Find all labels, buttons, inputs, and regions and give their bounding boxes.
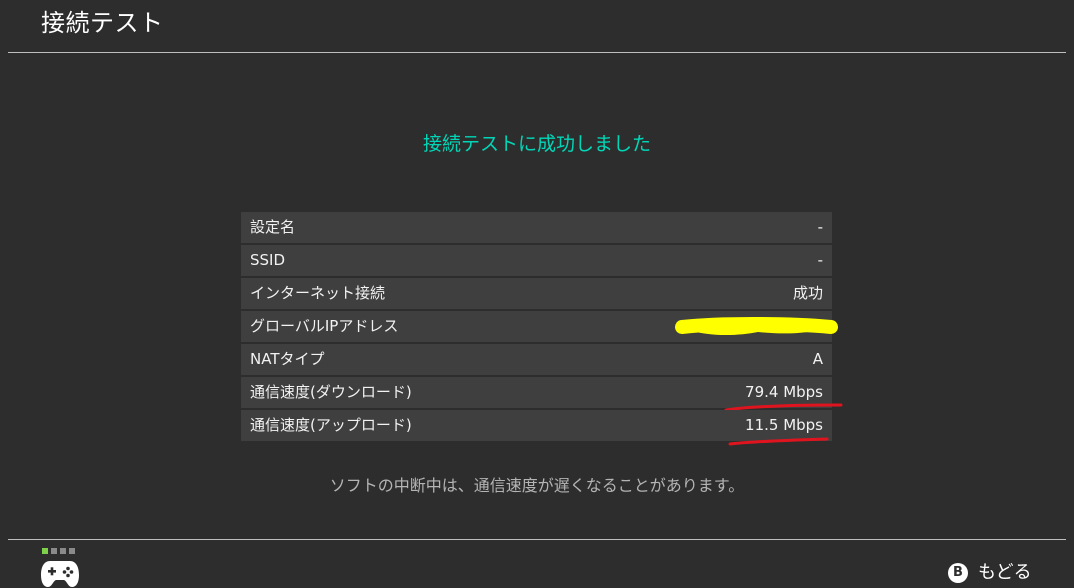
row-value: - [817,251,823,269]
row-label: インターネット接続 [250,284,386,302]
b-button-icon: B [948,563,968,583]
indicator-dot-active [42,548,48,554]
indicator-dot [51,548,57,554]
row-value: A [812,350,823,368]
row-label: 設定名 [250,218,296,236]
connection-results-table: 設定名 - SSID - インターネット接続 成功 グローバルIPアドレス NA… [241,212,843,446]
indicator-dot [69,548,75,554]
row-value: 成功 [792,284,823,302]
yellow-redaction-mark [675,317,838,336]
row-internet-connection: インターネット接続 成功 [241,278,832,309]
row-global-ip: グローバルIPアドレス [241,311,838,342]
row-setting-name: 設定名 - [241,212,832,243]
red-underline-upload [728,437,829,446]
row-label: 通信速度(ダウンロード) [250,383,412,401]
footer-divider [8,539,1066,540]
success-message: 接続テストに成功しました [422,133,651,155]
row-upload-speed: 通信速度(アップロード) 11.5 Mbps [241,410,832,446]
connection-test-screen: 接続テスト 接続テストに成功しました 設定名 - SSID - インターネット接… [0,0,1074,588]
back-button[interactable]: B もどる [948,559,1032,587]
speed-note: ソフトの中断中は、通信速度が遅くなることがあります。 [329,476,745,495]
header-divider [8,52,1066,53]
back-label: もどる [978,562,1032,583]
row-download-speed: 通信速度(ダウンロード) 79.4 Mbps [241,377,843,412]
row-value: - [817,218,823,236]
row-label: SSID [250,251,286,269]
row-label: NATタイプ [250,350,325,368]
gamepad-icon [41,561,79,587]
page-title: 接続テスト [41,9,164,37]
controller-indicator [40,548,80,588]
row-nat-type: NATタイプ A [241,344,832,375]
row-label: 通信速度(アップロード) [250,416,412,434]
indicator-dot [60,548,66,554]
row-label: グローバルIPアドレス [250,317,399,335]
row-ssid: SSID - [241,245,832,276]
